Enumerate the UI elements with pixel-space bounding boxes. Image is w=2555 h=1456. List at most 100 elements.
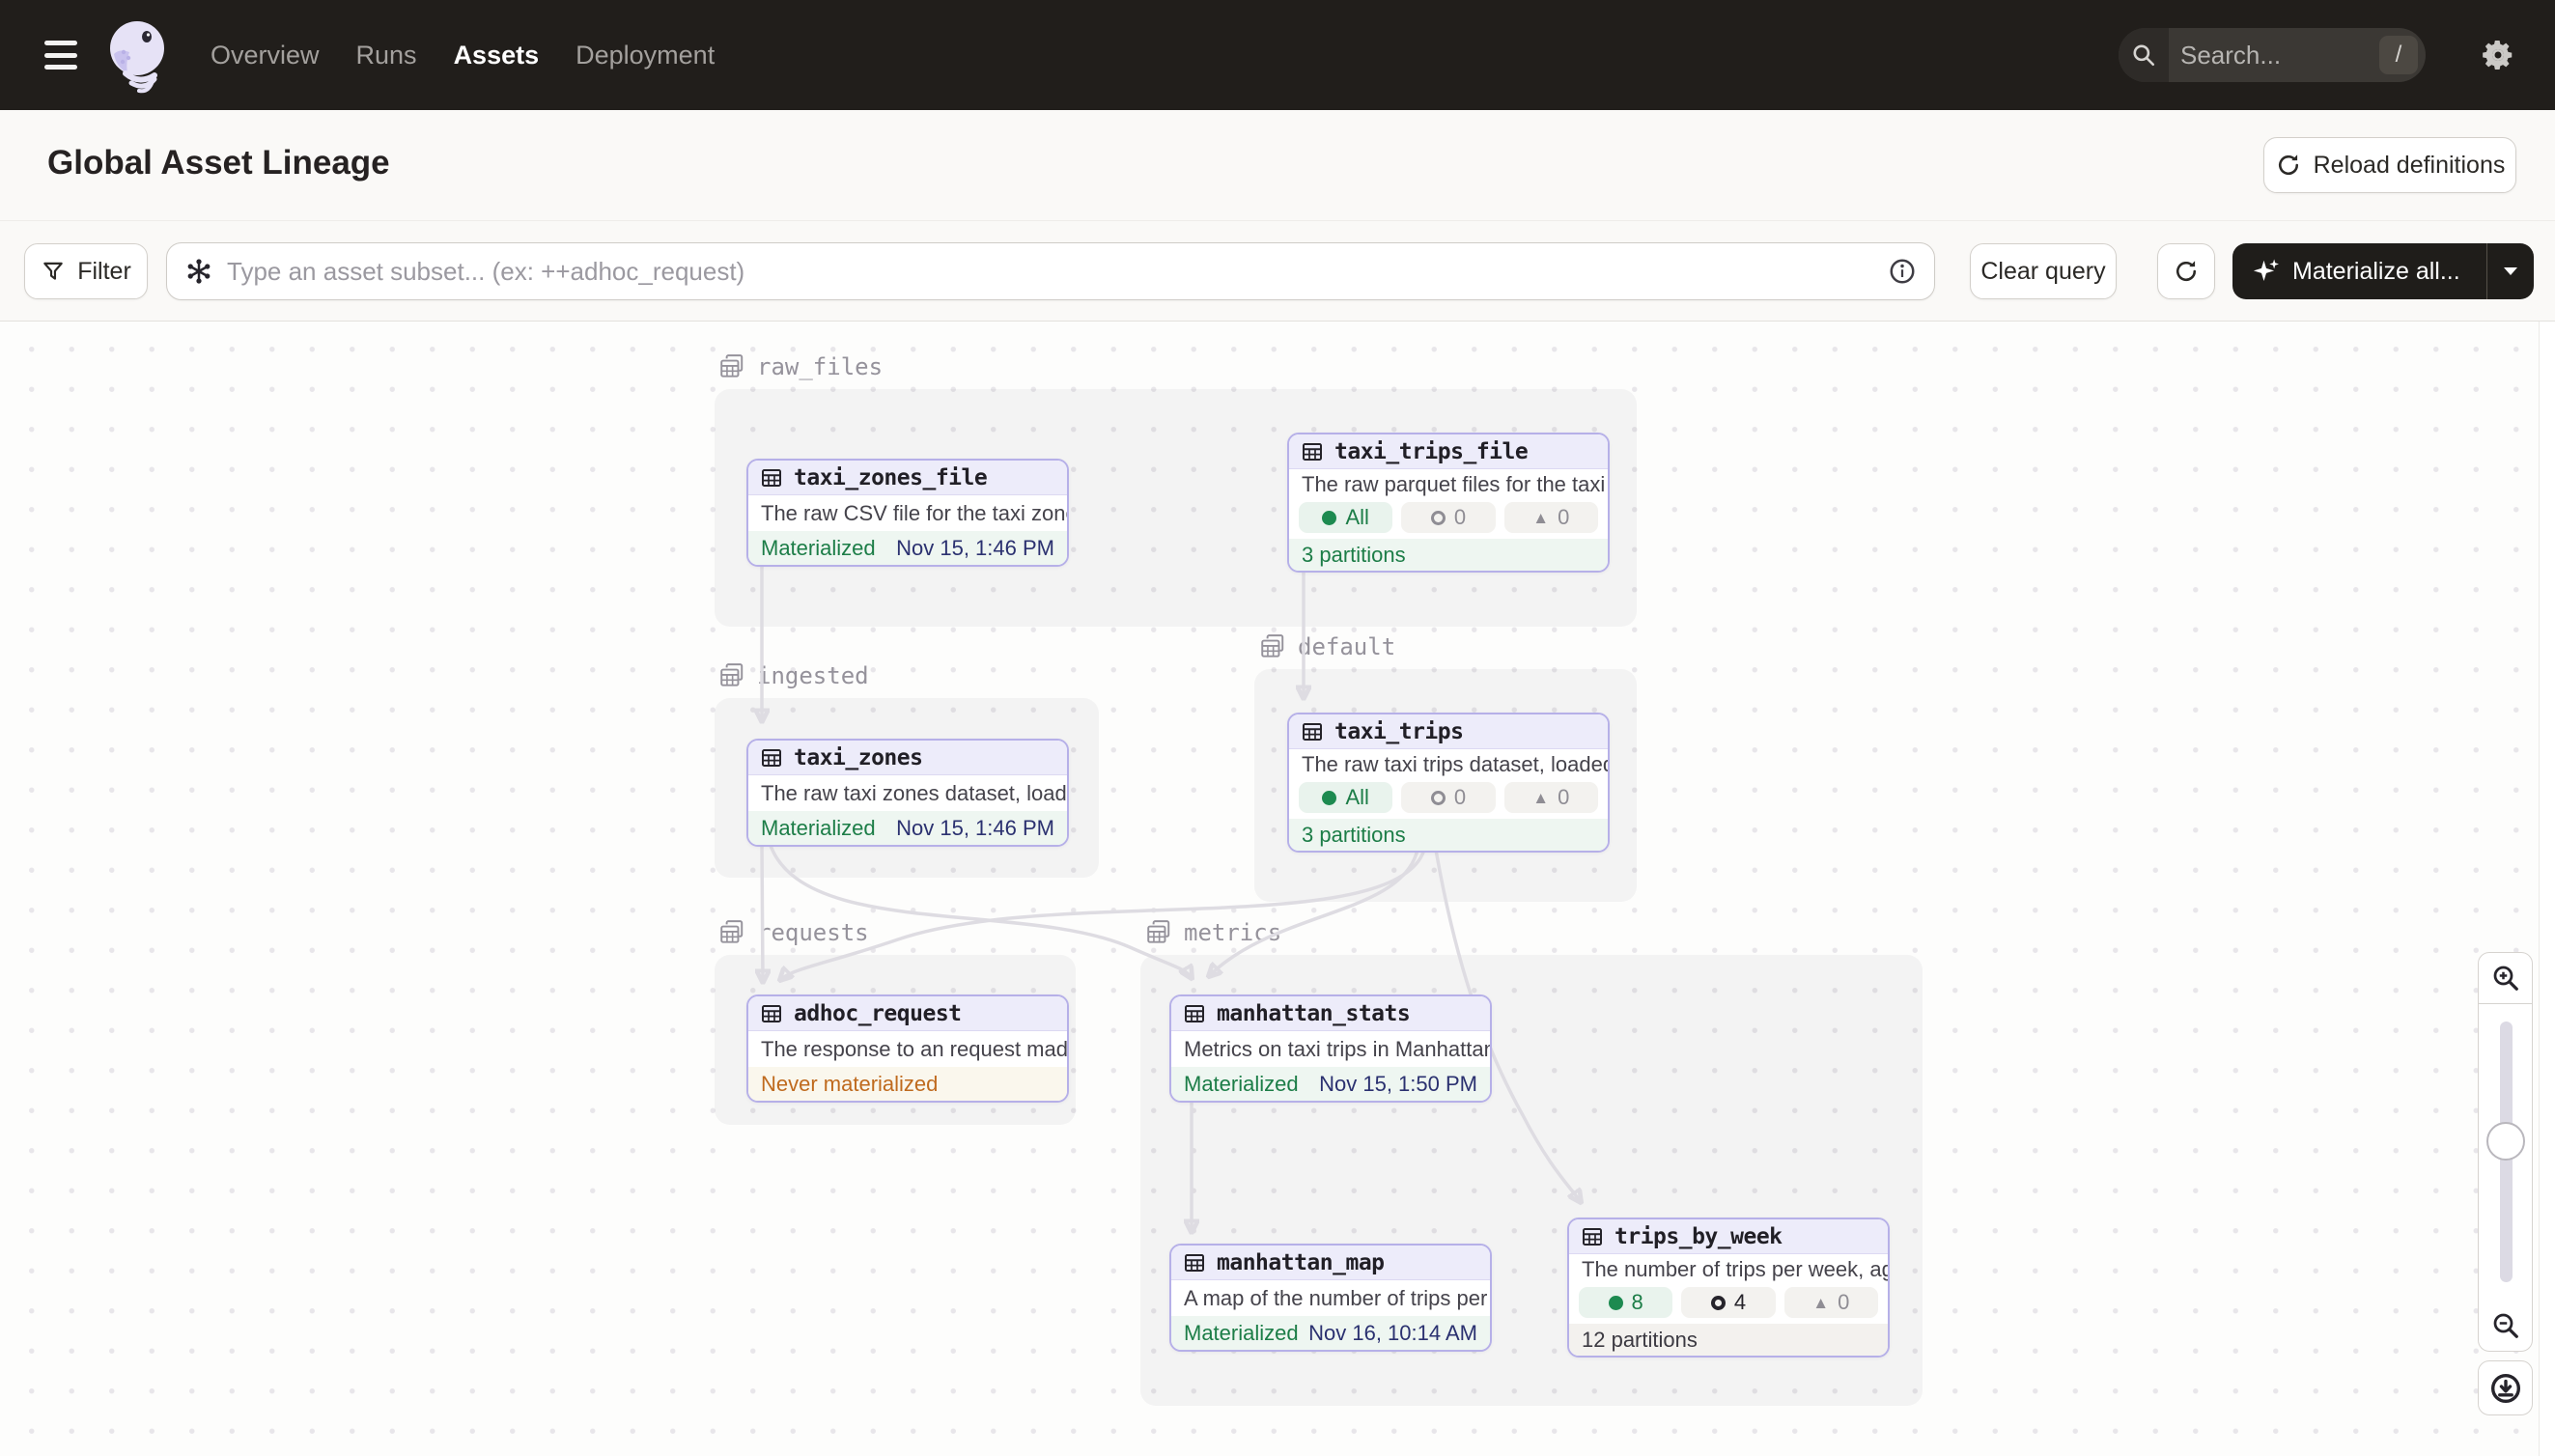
zoom-slider[interactable] [2478, 1004, 2533, 1300]
asset-name: trips_by_week [1614, 1224, 1783, 1249]
info-icon[interactable] [1888, 257, 1917, 286]
table-icon [1183, 1251, 1206, 1274]
partitions-success-pill[interactable]: All [1299, 502, 1392, 533]
menu-icon[interactable] [44, 41, 77, 70]
sparkle-icon [2252, 257, 2281, 286]
zoom-out-button[interactable] [2478, 1300, 2533, 1352]
settings-gear-icon[interactable] [2480, 37, 2516, 73]
asset-status: Materialized [1184, 1072, 1299, 1097]
asset-name: taxi_trips_file [1334, 439, 1528, 464]
asset-timestamp[interactable]: Nov 15, 1:46 PM [896, 536, 1054, 561]
zoom-slider-thumb[interactable] [2486, 1122, 2525, 1161]
asset-node-manhattan_stats[interactable]: manhattan_stats Metrics on taxi trips in… [1169, 994, 1492, 1103]
asset-name: manhattan_stats [1217, 1001, 1410, 1026]
asset-timestamp[interactable]: Nov 15, 1:46 PM [896, 816, 1054, 841]
zoom-out-icon [2491, 1311, 2520, 1340]
asset-timestamp[interactable]: Nov 16, 10:14 AM [1308, 1321, 1477, 1346]
nav-item-deployment[interactable]: Deployment [576, 41, 715, 70]
success-dot-icon [1322, 511, 1336, 525]
download-icon [2489, 1372, 2522, 1405]
title-bar: Global Asset Lineage Reload definitions [0, 110, 2555, 221]
search-icon [2119, 28, 2169, 82]
success-dot-icon [1609, 1296, 1623, 1310]
group-label-ingested[interactable]: ingested [718, 662, 869, 689]
asset-description: The raw parquet files for the taxi trips… [1289, 469, 1608, 500]
asset-group-icon [718, 353, 745, 380]
asset-group-icon [718, 662, 745, 689]
asset-node-adhoc_request[interactable]: adhoc_request The response to an request… [746, 994, 1069, 1103]
asset-description: A map of the number of trips per taxi z.… [1171, 1280, 1490, 1316]
table-icon [1183, 1002, 1206, 1025]
nav-links: Overview Runs Assets Deployment [211, 0, 715, 110]
asset-status: Materialized [1184, 1321, 1299, 1346]
partitions-missing-pill[interactable]: 4 [1681, 1287, 1775, 1318]
materialize-dropdown-toggle[interactable] [2487, 243, 2534, 299]
search-placeholder: Search... [2180, 41, 2379, 70]
partitions-missing-pill[interactable]: 0 [1401, 502, 1495, 533]
top-nav: Overview Runs Assets Deployment Search..… [0, 0, 2555, 110]
asset-status: Materialized [761, 816, 876, 841]
asset-name: taxi_trips [1334, 719, 1463, 744]
lineage-toolbar: Filter Type an asset subset... (ex: ++ad… [0, 221, 2555, 321]
search-input[interactable]: Search... / [2119, 28, 2426, 82]
clear-query-button[interactable]: Clear query [1970, 243, 2117, 299]
asset-node-taxi_trips_file[interactable]: taxi_trips_file The raw parquet files fo… [1287, 433, 1610, 573]
nav-item-overview[interactable]: Overview [211, 41, 320, 70]
asset-node-trips_by_week[interactable]: trips_by_week The number of trips per we… [1567, 1218, 1890, 1358]
refresh-graph-button[interactable] [2157, 243, 2215, 299]
asset-node-manhattan_map[interactable]: manhattan_map A map of the number of tri… [1169, 1244, 1492, 1352]
partitions-success-pill[interactable]: 8 [1579, 1287, 1672, 1318]
materialize-all-main[interactable]: Materialize all... [2232, 243, 2486, 299]
nav-item-assets[interactable]: Assets [454, 41, 540, 70]
search-shortcut-badge: / [2379, 36, 2418, 74]
asset-subset-placeholder: Type an asset subset... (ex: ++adhoc_req… [227, 257, 1888, 287]
asset-node-taxi_zones[interactable]: taxi_zones The raw taxi zones dataset, l… [746, 739, 1069, 847]
partitions-failed-pill[interactable]: ▲0 [1784, 1287, 1878, 1318]
asset-status: Never materialized [761, 1072, 938, 1097]
reload-definitions-button[interactable]: Reload definitions [2263, 137, 2516, 193]
asset-selection-icon [184, 257, 213, 286]
chevron-down-icon [2502, 266, 2519, 277]
group-label-default[interactable]: default [1259, 633, 1395, 660]
asset-subset-input[interactable]: Type an asset subset... (ex: ++adhoc_req… [166, 242, 1935, 300]
asset-description: The number of trips per week, aggreg... [1569, 1254, 1888, 1285]
asset-timestamp[interactable]: Nov 15, 1:50 PM [1319, 1072, 1477, 1097]
group-label-raw-files[interactable]: raw_files [718, 353, 883, 380]
zoom-in-icon [2491, 964, 2520, 993]
asset-description: Metrics on taxi trips in Manhattan [1171, 1031, 1490, 1067]
table-icon [760, 1002, 783, 1025]
nav-item-runs[interactable]: Runs [356, 41, 417, 70]
canvas-right-gutter [2539, 322, 2555, 1456]
page-title: Global Asset Lineage [47, 144, 390, 182]
asset-name: manhattan_map [1217, 1250, 1385, 1275]
missing-ring-icon [1711, 1296, 1726, 1310]
refresh-icon [2173, 258, 2200, 285]
partitions-missing-pill[interactable]: 0 [1401, 782, 1495, 813]
dagster-logo-icon[interactable] [102, 17, 172, 95]
group-label-metrics[interactable]: metrics [1145, 919, 1281, 946]
asset-name: taxi_zones_file [794, 465, 987, 490]
zoom-controls [2478, 952, 2533, 1352]
asset-name: taxi_zones [794, 745, 922, 770]
partitions-failed-pill[interactable]: ▲0 [1504, 782, 1598, 813]
partitions-success-pill[interactable]: All [1299, 782, 1392, 813]
funnel-icon [41, 259, 66, 284]
zoom-in-button[interactable] [2478, 952, 2533, 1004]
lineage-canvas[interactable]: raw_files ingested default requests metr… [0, 321, 2555, 1456]
download-image-button[interactable] [2478, 1360, 2533, 1415]
missing-ring-icon [1431, 511, 1446, 525]
asset-node-taxi_zones_file[interactable]: taxi_zones_file The raw CSV file for the… [746, 459, 1069, 567]
asset-group-icon [718, 919, 745, 946]
group-label-requests[interactable]: requests [718, 919, 869, 946]
materialize-all-button[interactable]: Materialize all... [2232, 243, 2534, 299]
partitions-count: 3 partitions [1302, 823, 1406, 848]
filter-button[interactable]: Filter [24, 243, 148, 299]
success-dot-icon [1322, 791, 1336, 805]
asset-node-taxi_trips[interactable]: taxi_trips The raw taxi trips dataset, l… [1287, 713, 1610, 853]
asset-description: The raw taxi zones dataset, loaded int..… [748, 775, 1067, 811]
asset-name: adhoc_request [794, 1001, 962, 1026]
asset-group-icon [1145, 919, 1172, 946]
table-icon [1581, 1225, 1604, 1248]
partitions-failed-pill[interactable]: ▲0 [1504, 502, 1598, 533]
partitions-count: 12 partitions [1582, 1328, 1698, 1353]
